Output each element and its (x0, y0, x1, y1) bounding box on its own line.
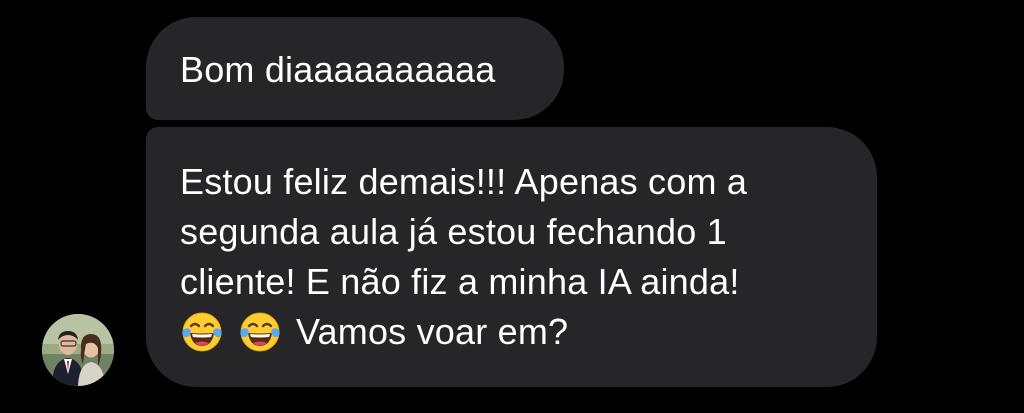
message-trailing-text: Vamos voar em? (296, 311, 569, 352)
message-bubble[interactable]: Estou feliz demais!!! Apenas com a segun… (146, 127, 877, 387)
face-with-tears-of-joy-icon (182, 312, 222, 352)
face-with-tears-of-joy-icon (240, 312, 280, 352)
avatar-photo-icon (42, 314, 114, 386)
message-text: Bom diaaaaaaaaaa (180, 49, 496, 90)
message-text: Estou feliz demais!!! Apenas com a segun… (180, 161, 748, 302)
avatar[interactable] (42, 314, 114, 386)
message-bubble[interactable]: Bom diaaaaaaaaaa (146, 17, 564, 120)
message-last-line: Vamos voar em? (180, 307, 843, 357)
message-thread: Bom diaaaaaaaaaa Estou feliz demais!!! A… (0, 0, 1024, 413)
